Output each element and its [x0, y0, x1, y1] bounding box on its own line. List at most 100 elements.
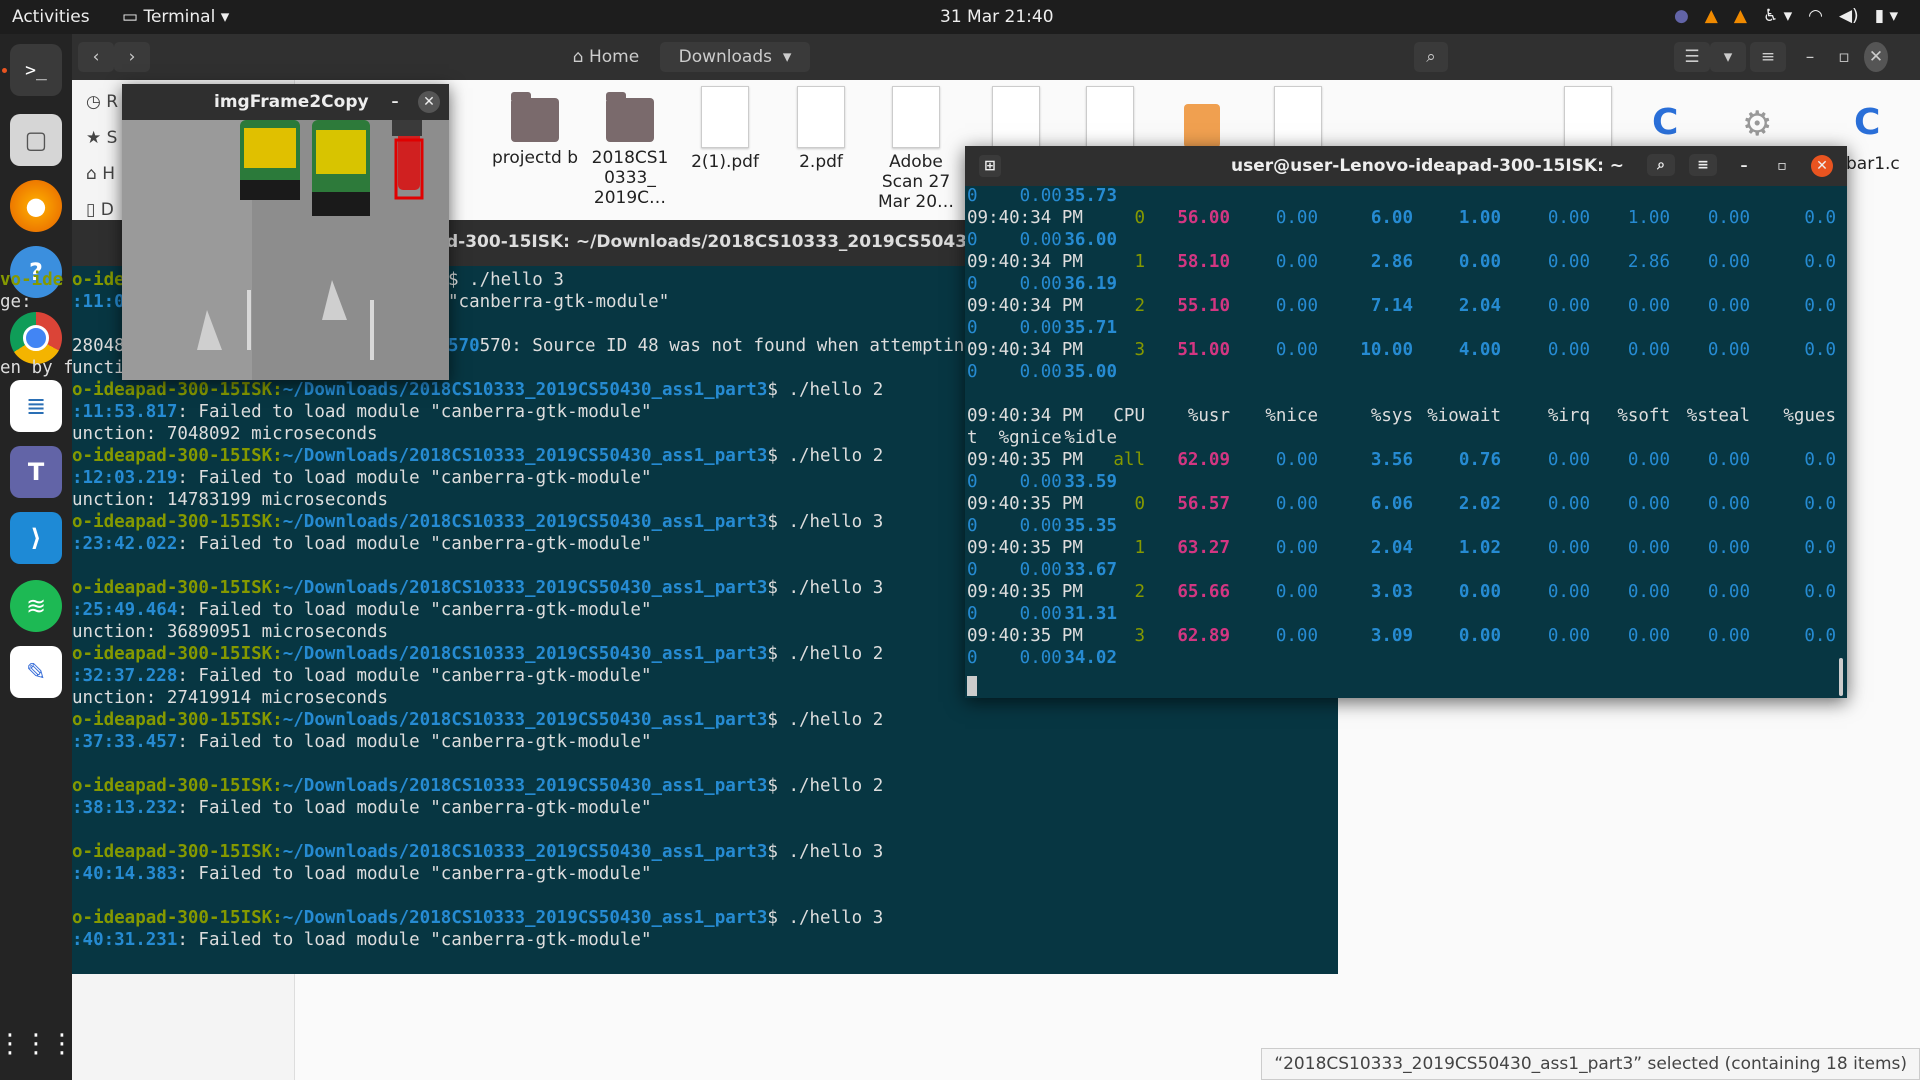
accessibility-icon[interactable]: ♿ ▾ [1763, 6, 1792, 26]
pdf-item[interactable]: 2.pdf [776, 86, 866, 172]
file-label[interactable]: bar1.c [1846, 154, 1900, 174]
minimize-button[interactable]: – [1733, 155, 1755, 177]
c-source-icon[interactable]: C [1652, 102, 1678, 143]
close-button[interactable]: ✕ [1811, 155, 1833, 177]
wrapped-line: 0 0.00 35.00 [967, 362, 1117, 382]
wifi-icon[interactable]: ◠ [1808, 6, 1823, 26]
cursor [967, 676, 977, 696]
clock[interactable]: 31 Mar 21:40 [940, 7, 1054, 27]
settings-file-icon[interactable]: ⚙ [1742, 104, 1772, 144]
maximize-button[interactable]: ▫ [1771, 155, 1793, 177]
status-text: “2018CS10333_2019CS50430_ass1_part3” sel… [1274, 1054, 1907, 1074]
status-bar: “2018CS10333_2019CS50430_ass1_part3” sel… [1261, 1048, 1920, 1080]
scrollbar[interactable] [1839, 658, 1843, 696]
prompt-line: o-ideapad-300-15ISK:~/Downloads/2018CS10… [72, 512, 884, 532]
wrapped-line: 0 0.00 34.02 [967, 648, 1117, 668]
teams-tray-icon[interactable]: ● [1674, 6, 1689, 26]
wrapped-line: 0 0.00 35.73 [967, 186, 1117, 206]
activities-button[interactable]: Activities [12, 7, 90, 27]
firefox-dock-icon[interactable]: ● [10, 180, 62, 232]
home-icon: ⌂ [572, 47, 589, 67]
app-name: Terminal [143, 7, 216, 27]
battery-icon[interactable]: ▮ ▾ [1875, 6, 1898, 26]
stats-row: 09:40:35 PM 3 62.89 0.00 3.09 0.00 0.00 0.00 0.0… [967, 626, 1836, 646]
video-frame [122, 120, 449, 380]
terminal-window-mpstat[interactable]: ⊞ user@user-Lenovo-ideapad-300-15ISK: ~ … [965, 146, 1847, 698]
stats-row: 09:40:34 PM 1 58.10 0.00 2.86 0.00 0.00 2.86 0.0… [967, 252, 1836, 272]
archive-icon[interactable] [1184, 104, 1220, 148]
output-line: unction: 36890951 microseconds [72, 622, 389, 642]
files-dock-icon[interactable]: ▢ [10, 114, 62, 166]
c-source-icon[interactable]: C [1854, 102, 1880, 143]
file-label: Adobe Scan 27 Mar 20… [877, 152, 955, 212]
pdf-item[interactable]: Adobe Scan 27 Mar 20… [871, 86, 961, 212]
terminal-titlebar[interactable]: ⊞ user@user-Lenovo-ideapad-300-15ISK: ~ … [965, 146, 1847, 186]
menu-button[interactable]: ≡ [1750, 42, 1786, 72]
terminal-output[interactable]: 0 0.00 35.73 09:40:34 PM 0 56.00 0.00 6.00 1.00… [965, 186, 1847, 698]
stats-row: 09:40:35 PM 1 63.27 0.00 2.04 1.02 0.00 0.00 0.0… [967, 538, 1836, 558]
output-line: :23:42.022: Failed to load module "canbe… [72, 534, 652, 554]
document-icon[interactable] [1274, 86, 1322, 148]
breadcrumb-home-label: Home [589, 47, 640, 67]
document-icon[interactable] [1564, 86, 1612, 148]
stats-row: 09:40:35 PM 0 56.57 0.00 6.06 2.02 0.00 0.00 0.0… [967, 494, 1836, 514]
vlc-tray-icon-2[interactable]: ▲ [1734, 6, 1747, 26]
sidebar-item-documents[interactable]: ▯ D [86, 200, 114, 220]
show-apps-icon[interactable]: ⋮⋮⋮ [0, 1018, 75, 1070]
close-button[interactable]: ✕ [1864, 42, 1888, 72]
system-tray[interactable]: ● ▲ ▲ ♿ ▾ ◠ ◀) ▮ ▾ [1674, 6, 1898, 26]
image-window-titlebar[interactable]: imgFrame2Copy – ✕ [122, 84, 449, 120]
image-window-title: imgFrame2Copy [214, 92, 369, 112]
pdf-item[interactable]: 2(1).pdf [680, 86, 770, 172]
search-button[interactable]: ⌕ [1647, 154, 1675, 176]
wrapped-line: 0 0.00 36.19 [967, 274, 1117, 294]
pdf-icon [892, 86, 940, 148]
terminal-title: user@user-Lenovo-ideapad-300-15ISK: ~ [1231, 156, 1625, 176]
search-icon: ⌕ [1657, 157, 1665, 173]
stats-row: 09:40:34 PM 0 56.00 0.00 6.00 1.00 0.00 1.00 0.0… [967, 208, 1836, 228]
sidebar-label: D [100, 200, 114, 220]
search-button[interactable]: ⌕ [1414, 42, 1448, 72]
file-label: 2.pdf [799, 152, 843, 172]
sidebar-label: R [106, 92, 119, 112]
document-icon[interactable] [992, 86, 1040, 148]
folder-icon [511, 92, 559, 142]
wrapped-line: 0 0.00 33.59 [967, 472, 1117, 492]
forward-button[interactable]: › [114, 42, 150, 72]
volume-icon[interactable]: ◀) [1839, 6, 1859, 26]
wrapped-line: 0 0.00 33.67 [967, 560, 1117, 580]
sidebar-item-home[interactable]: ⌂ H [86, 164, 115, 184]
search-icon: ⌕ [1426, 47, 1436, 67]
breadcrumb-downloads[interactable]: Downloads ▾ [660, 42, 810, 72]
file-manager-headerbar: ‹ › ⌂ Home Downloads ▾ ⌕ ☰ ▾ ≡ – ▫ ✕ [72, 34, 1920, 80]
maximize-button[interactable]: ▫ [1832, 42, 1856, 72]
terminal-dock-icon[interactable]: >_ [10, 44, 62, 96]
minimize-button[interactable]: – [1798, 42, 1822, 72]
prompt-line: o-ideapad-300-15ISK:~/Downloads/2018CS10… [72, 842, 884, 862]
view-list-button[interactable]: ☰ [1674, 42, 1710, 72]
minimize-button[interactable]: – [384, 91, 406, 113]
breadcrumb-home[interactable]: ⌂ Home [556, 42, 656, 72]
sidebar-label: S [106, 128, 118, 148]
wrapped-line: 0 0.00 35.71 [967, 318, 1117, 338]
folder-item[interactable]: projectd b [490, 86, 580, 168]
document-icon[interactable] [1086, 86, 1134, 148]
wrapped-line: t %gnice %idle [967, 428, 1117, 448]
folder-item[interactable]: 2018CS1 0333_ 2019C… [585, 86, 675, 208]
view-options-button[interactable]: ▾ [1710, 42, 1746, 72]
stats-header-row: 09:40:34 PM CPU %usr %nice %sys %iowait %irq %s… [967, 406, 1836, 426]
sidebar-item-recent[interactable]: ◷ R [86, 92, 118, 112]
folder-icon [606, 92, 654, 142]
new-tab-button[interactable]: ⊞ [979, 155, 1001, 177]
vlc-tray-icon[interactable]: ▲ [1705, 6, 1718, 26]
back-button[interactable]: ‹ [78, 42, 114, 72]
stats-row: 09:40:34 PM 2 55.10 0.00 7.14 2.04 0.00 0.00 0.0… [967, 296, 1836, 316]
prompt-line: o-ideapad-300-15ISK:~/Downloads/2018CS10… [72, 380, 884, 400]
menu-button[interactable]: ≡ [1689, 154, 1717, 176]
app-menu[interactable]: ▭ Terminal ▾ [122, 7, 229, 27]
image-window[interactable]: imgFrame2Copy – ✕ [122, 84, 449, 380]
output-line: :11:53.817: Failed to load module "canbe… [72, 402, 652, 422]
terminal-icon: ▭ [122, 7, 144, 27]
sidebar-item-starred[interactable]: ★ S [86, 128, 117, 148]
close-button[interactable]: ✕ [418, 91, 440, 113]
